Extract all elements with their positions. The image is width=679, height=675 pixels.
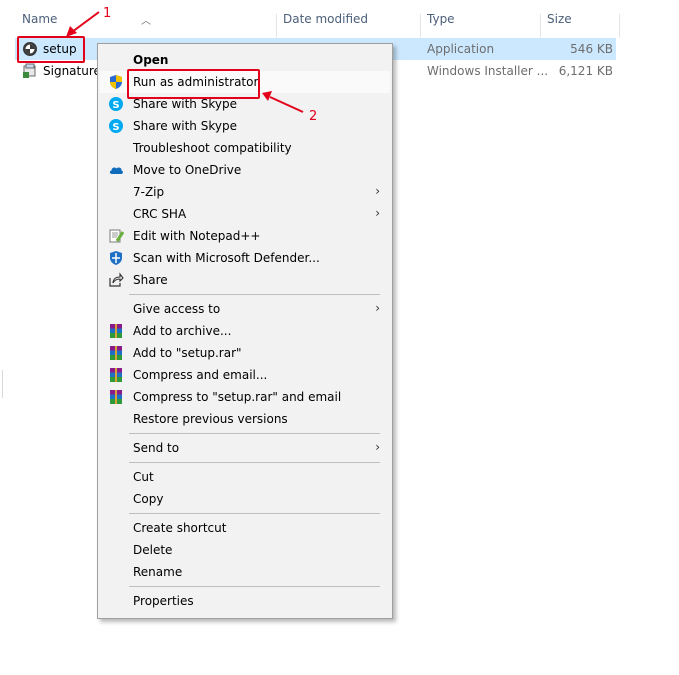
- submenu-arrow-icon: ›: [375, 206, 380, 220]
- column-divider[interactable]: [619, 14, 620, 38]
- file-size: 6,121 KB: [558, 64, 613, 78]
- file-size: 546 KB: [570, 42, 613, 56]
- sort-up-icon: ︿: [141, 16, 151, 27]
- menu-item-label: Share with Skype: [133, 97, 237, 111]
- menu-item-add-to-setup-rar[interactable]: Add to "setup.rar": [100, 342, 390, 364]
- menu-item-share[interactable]: Share: [100, 269, 390, 291]
- annotation-highlight-setup: [17, 36, 85, 63]
- menu-item-label: Move to OneDrive: [133, 163, 242, 177]
- menu-item-copy[interactable]: Copy: [100, 488, 390, 510]
- winrar-icon: [110, 368, 122, 382]
- menu-item-add-to-archive[interactable]: Add to archive...: [100, 320, 390, 342]
- winrar-icon: [110, 346, 122, 360]
- context-menu: Open Run as administrator S Share with S…: [97, 43, 393, 619]
- menu-item-label: Create shortcut: [133, 521, 227, 535]
- notepadpp-icon: [109, 229, 124, 243]
- menu-item-crc-sha[interactable]: CRC SHA ›: [100, 203, 390, 225]
- winrar-icon: [110, 390, 122, 404]
- onedrive-cloud-icon: [109, 167, 123, 174]
- menu-item-label: Add to archive...: [133, 324, 232, 338]
- menu-item-give-access[interactable]: Give access to ›: [100, 298, 390, 320]
- menu-item-label: CRC SHA: [133, 207, 187, 221]
- annotation-step-2: 2: [309, 109, 318, 124]
- menu-item-properties[interactable]: Properties: [100, 590, 390, 612]
- menu-item-rename[interactable]: Rename: [100, 561, 390, 583]
- menu-item-label: Share: [133, 273, 168, 287]
- defender-shield-icon: [110, 251, 122, 265]
- menu-item-share-skype[interactable]: S Share with Skype: [100, 115, 390, 137]
- menu-item-7zip[interactable]: 7-Zip ›: [100, 181, 390, 203]
- menu-separator: [129, 433, 380, 434]
- left-pane-scroll-indicator: [2, 370, 3, 398]
- msi-installer-icon: [23, 63, 36, 78]
- menu-item-troubleshoot-compatibility[interactable]: Troubleshoot compatibility: [100, 137, 390, 159]
- column-divider[interactable]: [276, 14, 277, 38]
- menu-separator: [129, 462, 380, 463]
- menu-item-label: Properties: [133, 594, 194, 608]
- menu-item-open[interactable]: Open: [100, 49, 390, 71]
- skype-icon: S: [109, 97, 123, 111]
- column-header-bar: Name ︿ Date modified Type Size: [0, 8, 620, 38]
- menu-item-label: Troubleshoot compatibility: [133, 141, 292, 155]
- menu-item-label: Compress and email...: [133, 368, 268, 382]
- menu-item-label: Send to: [133, 441, 180, 455]
- menu-item-label: Open: [133, 53, 169, 67]
- column-name-header[interactable]: Name: [22, 12, 57, 26]
- menu-item-send-to[interactable]: Send to ›: [100, 437, 390, 459]
- left-pane-edge: [0, 0, 3, 675]
- column-divider[interactable]: [540, 14, 541, 38]
- winrar-icon: [110, 324, 122, 338]
- menu-item-compress-setup-rar-email[interactable]: Compress to "setup.rar" and email: [100, 386, 390, 408]
- menu-item-label: Scan with Microsoft Defender...: [133, 251, 320, 265]
- menu-item-label: Delete: [133, 543, 173, 557]
- menu-item-label: Share with Skype: [133, 119, 237, 133]
- menu-item-create-shortcut[interactable]: Create shortcut: [100, 517, 390, 539]
- menu-item-scan-defender[interactable]: Scan with Microsoft Defender...: [100, 247, 390, 269]
- menu-item-label: Edit with Notepad++: [133, 229, 261, 243]
- svg-text:S: S: [112, 122, 119, 133]
- menu-item-edit-notepadpp[interactable]: Edit with Notepad++: [100, 225, 390, 247]
- menu-item-label: 7-Zip: [133, 185, 165, 199]
- menu-item-label: Restore previous versions: [133, 412, 288, 426]
- menu-item-compress-and-email[interactable]: Compress and email...: [100, 364, 390, 386]
- file-type: Windows Installer ...: [427, 64, 549, 78]
- menu-separator: [129, 294, 380, 295]
- menu-item-label: Add to "setup.rar": [133, 346, 242, 360]
- menu-item-cut[interactable]: Cut: [100, 466, 390, 488]
- menu-item-delete[interactable]: Delete: [100, 539, 390, 561]
- file-type: Application: [427, 42, 495, 56]
- submenu-arrow-icon: ›: [375, 301, 380, 315]
- menu-item-restore-previous-versions[interactable]: Restore previous versions: [100, 408, 390, 430]
- menu-item-label: Cut: [133, 470, 154, 484]
- share-icon: [109, 272, 124, 287]
- column-date-header[interactable]: Date modified: [283, 12, 368, 26]
- menu-item-label: Copy: [133, 492, 164, 506]
- menu-separator: [129, 513, 380, 514]
- menu-item-label: Compress to "setup.rar" and email: [133, 390, 342, 404]
- uac-shield-icon: [110, 75, 122, 89]
- column-divider[interactable]: [420, 14, 421, 38]
- menu-item-move-to-onedrive[interactable]: Move to OneDrive: [100, 159, 390, 181]
- menu-item-label: Rename: [133, 565, 183, 579]
- menu-separator: [129, 586, 380, 587]
- annotation-step-1: 1: [103, 6, 112, 21]
- menu-item-label: Give access to: [133, 302, 221, 316]
- annotation-highlight-run-as-admin: [127, 69, 260, 99]
- column-type-header[interactable]: Type: [427, 12, 455, 26]
- svg-text:S: S: [112, 100, 119, 111]
- column-size-header[interactable]: Size: [547, 12, 572, 26]
- skype-icon: S: [109, 119, 123, 133]
- submenu-arrow-icon: ›: [375, 184, 380, 198]
- submenu-arrow-icon: ›: [375, 440, 380, 454]
